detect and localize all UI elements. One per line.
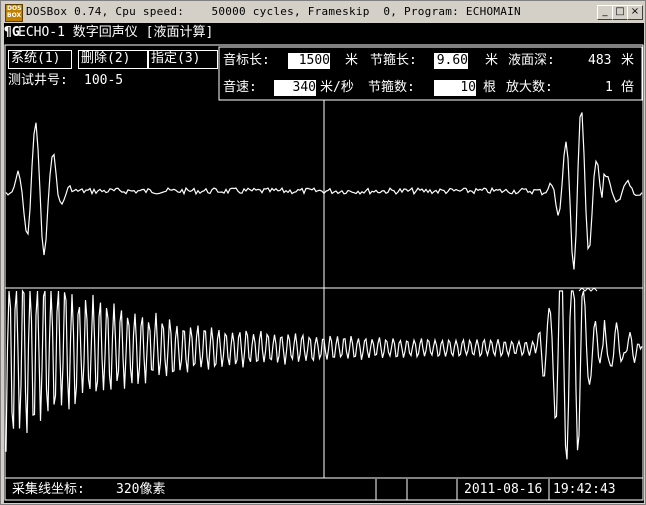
well-id-value: 100-5: [84, 73, 124, 88]
marker-length-label: 音标长:: [223, 53, 270, 68]
marker-length-unit: 米: [345, 53, 359, 68]
well-id-label: 测试井号:: [8, 73, 68, 88]
sound-speed-field[interactable]: 340: [274, 80, 316, 96]
dosbox-window: DOS BOX DOSBox 0.74, Cpu speed: 50000 cy…: [0, 0, 646, 505]
status-time: 19:42:43: [553, 482, 616, 497]
gain-value: 1: [605, 80, 613, 95]
level-depth-unit: 米: [621, 53, 635, 68]
close-button[interactable]: ×: [627, 5, 643, 20]
sound-speed-label: 音速:: [223, 80, 257, 95]
joint-count-unit: 根: [483, 80, 497, 95]
dos-screen[interactable]: ¶G ECHO-1 数字回声仪 [液面计算] 系统(1) 删除(2) 指定(3)…: [4, 23, 644, 503]
dosbox-icon-text: DOS BOX: [7, 5, 22, 19]
sound-speed-unit: 米/秒: [320, 80, 354, 95]
joint-length-field[interactable]: 9.60: [434, 53, 468, 69]
app-title: ECHO-1 数字回声仪 [液面计算]: [18, 25, 214, 40]
window-title: DOSBox 0.74, Cpu speed: 50000 cycles, Fr…: [26, 5, 521, 18]
dosbox-icon[interactable]: DOS BOX: [5, 4, 23, 22]
maximize-button[interactable]: □: [612, 5, 628, 20]
menu-delete-button[interactable]: 删除(2): [78, 50, 148, 69]
joint-length-label: 节箍长:: [370, 53, 417, 68]
level-depth-label: 液面深:: [508, 53, 555, 68]
cursor-coord-label: 采集线坐标:: [12, 482, 85, 497]
joint-count-label: 节箍数:: [368, 80, 415, 95]
title-bar[interactable]: DOS BOX DOSBox 0.74, Cpu speed: 50000 cy…: [1, 1, 645, 23]
gain-label: 放大数:: [506, 80, 553, 95]
joint-count-field[interactable]: 10: [434, 80, 476, 96]
marker-length-field[interactable]: 1500: [288, 53, 330, 69]
marker-zigzag: [578, 287, 598, 292]
status-date: 2011-08-16: [464, 482, 543, 497]
gain-unit: 倍: [621, 80, 635, 95]
minimize-button[interactable]: _: [597, 5, 613, 20]
level-depth-value: 483: [588, 53, 612, 68]
menu-assign-button[interactable]: 指定(3): [148, 50, 218, 69]
joint-length-unit: 米: [485, 53, 499, 68]
cursor-coord-value: 320像素: [116, 482, 166, 497]
menu-system-button[interactable]: 系统(1): [8, 50, 72, 69]
